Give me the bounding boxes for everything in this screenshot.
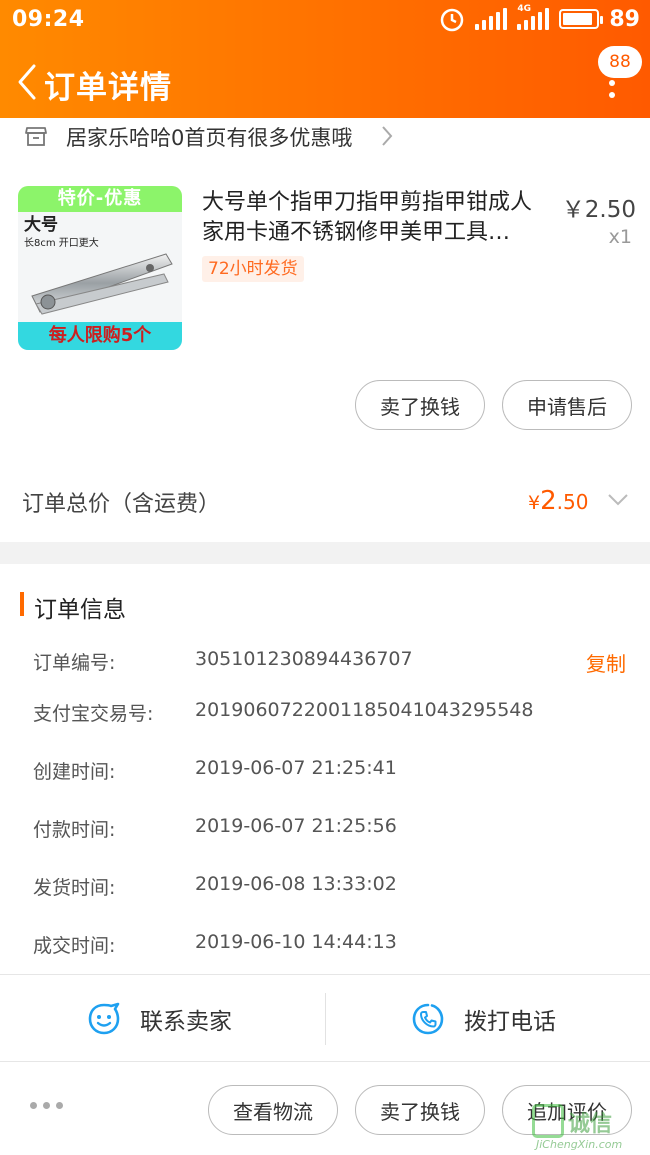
info-value: 2019-06-07 21:25:41 bbox=[195, 757, 397, 779]
status-icons: 4G 89 bbox=[439, 4, 640, 32]
copy-button[interactable]: 复制 bbox=[586, 648, 626, 677]
sell-for-cash-button-bottom[interactable]: 卖了换钱 bbox=[355, 1085, 485, 1135]
info-key: 订单编号: bbox=[33, 652, 116, 674]
back-arrow-icon bbox=[18, 64, 36, 100]
battery-percent: 89 bbox=[609, 6, 640, 32]
product-image[interactable]: 特价-优惠 大号 长8cm 开口更大 每人限购5个 bbox=[18, 186, 182, 350]
info-key: 付款时间: bbox=[33, 819, 116, 841]
total-label: 订单总价（含运费） bbox=[22, 492, 221, 517]
info-value: 2019-06-07 21:25:56 bbox=[195, 815, 397, 837]
info-value: 2019-06-08 13:33:02 bbox=[195, 873, 397, 895]
more-menu-button[interactable] bbox=[600, 68, 624, 112]
order-detail-screen: 09:24 4G 89 订单详情 88 居家乐哈哈0首页有很多优惠哦 特价-优惠… bbox=[0, 0, 650, 1155]
section-accent-bar bbox=[20, 592, 24, 616]
info-row-paid-time: 付款时间: 2019-06-07 21:25:56 bbox=[0, 815, 650, 845]
watermark-sub: JiChengXin.com bbox=[536, 1138, 623, 1151]
shop-icon bbox=[25, 127, 47, 146]
view-logistics-button[interactable]: 查看物流 bbox=[208, 1085, 338, 1135]
divider bbox=[325, 993, 326, 1045]
info-key: 创建时间: bbox=[33, 761, 116, 783]
total-decimal: .50 bbox=[556, 490, 589, 514]
header: 09:24 4G 89 订单详情 88 bbox=[0, 0, 650, 128]
info-key: 成交时间: bbox=[33, 935, 116, 957]
product-title[interactable]: 大号单个指甲刀指甲剪指甲钳成人家用卡通不锈钢修甲美甲工具… bbox=[202, 188, 552, 248]
product-quantity: x1 bbox=[608, 226, 632, 248]
shop-row[interactable]: 居家乐哈哈0首页有很多优惠哦 bbox=[0, 118, 650, 158]
more-actions-icon[interactable] bbox=[30, 1102, 63, 1109]
chevron-right-icon bbox=[382, 126, 393, 146]
section-divider bbox=[0, 542, 650, 564]
image-banner-bottom: 每人限购5个 bbox=[18, 322, 182, 350]
contact-bar: 联系卖家 拨打电话 bbox=[0, 974, 650, 1062]
chevron-down-icon[interactable] bbox=[606, 490, 630, 510]
info-row-shipped-time: 发货时间: 2019-06-08 13:33:02 bbox=[0, 873, 650, 903]
total-price: ¥ 2 .50 bbox=[528, 486, 588, 516]
info-row-created-time: 创建时间: 2019-06-07 21:25:41 bbox=[0, 757, 650, 787]
call-phone-button[interactable]: 拨打电话 bbox=[410, 975, 556, 1063]
info-value: 2019060722001185041043295548 bbox=[195, 699, 534, 721]
info-key: 支付宝交易号: bbox=[33, 703, 154, 725]
info-row-alipay-trade-number: 支付宝交易号: 2019060722001185041043295548 bbox=[0, 699, 650, 729]
nail-clipper-picture bbox=[31, 253, 173, 315]
info-row-completed-time: 成交时间: 2019-06-10 14:44:13 bbox=[0, 931, 650, 961]
battery-icon bbox=[559, 9, 604, 29]
network-type: 4G bbox=[517, 4, 532, 14]
total-integer: 2 bbox=[540, 486, 557, 516]
page-title: 订单详情 bbox=[44, 70, 172, 106]
image-banner-top: 特价-优惠 bbox=[18, 186, 182, 212]
shipping-tag: 72小时发货 bbox=[202, 256, 304, 282]
image-size-label: 大号 bbox=[24, 215, 58, 235]
shop-name: 居家乐哈哈0首页有很多优惠哦 bbox=[66, 126, 353, 150]
phone-icon bbox=[412, 1003, 444, 1035]
watermark-text: 诚信 bbox=[568, 1112, 613, 1137]
mobile-data-icon: 4G bbox=[517, 4, 550, 30]
info-value: 305101230894436707 bbox=[195, 648, 413, 670]
contact-seller-label: 联系卖家 bbox=[140, 1009, 232, 1035]
total-currency: ¥ bbox=[528, 492, 541, 514]
alarm-icon bbox=[441, 8, 464, 32]
sell-for-cash-button[interactable]: 卖了换钱 bbox=[355, 380, 485, 430]
product-price: ￥2.50 bbox=[561, 197, 636, 223]
chat-bubble-icon bbox=[88, 1002, 120, 1035]
battery-level bbox=[563, 13, 592, 25]
back-button[interactable] bbox=[6, 60, 46, 104]
contact-seller-button[interactable]: 联系卖家 bbox=[86, 975, 232, 1063]
info-key: 发货时间: bbox=[33, 877, 116, 899]
call-phone-label: 拨打电话 bbox=[464, 1009, 556, 1035]
watermark-logo: 诚信 JiChengXin.com bbox=[532, 1104, 648, 1152]
signal-icon bbox=[475, 8, 508, 30]
nav-bar: 订单详情 88 bbox=[0, 40, 650, 128]
status-bar: 09:24 4G 89 bbox=[0, 0, 650, 40]
watermark-mark bbox=[532, 1104, 564, 1138]
apply-after-sale-button[interactable]: 申请售后 bbox=[502, 380, 632, 430]
status-time: 09:24 bbox=[12, 7, 85, 32]
info-row-order-number: 订单编号: 305101230894436707 bbox=[0, 648, 650, 678]
order-info-title: 订单信息 bbox=[34, 597, 126, 623]
info-value: 2019-06-10 14:44:13 bbox=[195, 931, 397, 953]
